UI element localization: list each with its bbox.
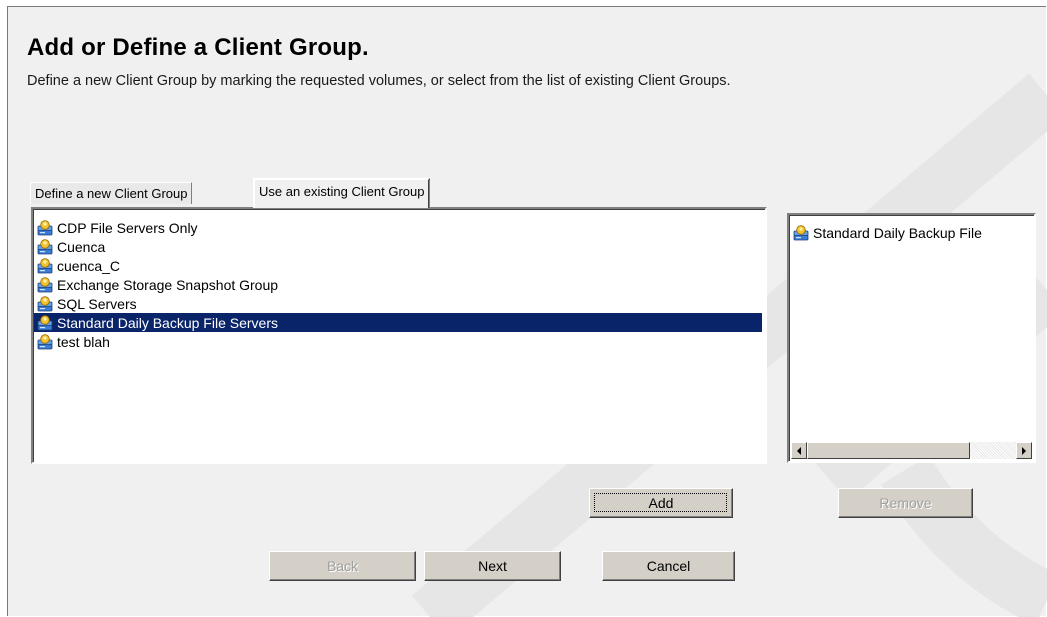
client-group-row[interactable]: cuenca_C <box>34 256 764 275</box>
selected-group-row[interactable]: Standard Daily Backup File <box>790 223 1033 242</box>
scrollbar-thumb[interactable] <box>807 442 970 459</box>
client-group-icon <box>37 314 53 330</box>
horizontal-scrollbar[interactable] <box>791 442 1032 459</box>
selected-group-list-items: Standard Daily Backup File <box>790 223 1033 242</box>
client-group-row[interactable]: test blah <box>34 332 764 351</box>
focus-rectangle <box>594 493 727 512</box>
next-button[interactable]: Next <box>424 551 561 581</box>
client-group-row[interactable]: Cuenca <box>34 237 764 256</box>
arrow-right-icon <box>1022 446 1026 455</box>
page-subtitle: Define a new Client Group by marking the… <box>27 73 731 89</box>
add-button[interactable]: Add <box>589 488 733 518</box>
cancel-button[interactable]: Cancel <box>602 551 735 581</box>
selected-client-groups-list[interactable]: Standard Daily Backup File <box>787 213 1036 463</box>
remove-button[interactable]: Remove <box>838 488 973 518</box>
client-group-row-label: Standard Daily Backup File Servers <box>57 314 278 331</box>
client-group-row-label: SQL Servers <box>57 295 137 312</box>
client-group-row[interactable]: Standard Daily Backup File Servers <box>34 313 762 332</box>
client-group-icon <box>37 333 53 349</box>
client-group-row[interactable]: SQL Servers <box>34 294 764 313</box>
client-group-row-label: CDP File Servers Only <box>57 219 198 236</box>
client-group-row[interactable]: Exchange Storage Snapshot Group <box>34 275 764 294</box>
client-group-row[interactable]: CDP File Servers Only <box>34 218 764 237</box>
client-group-row-label: Exchange Storage Snapshot Group <box>57 276 279 293</box>
client-group-row-label: Cuenca <box>57 238 106 255</box>
tab-use-existing-client-group[interactable]: Use an existing Client Group <box>253 178 431 208</box>
client-group-icon <box>37 295 53 311</box>
tab-define-new-client-group[interactable]: Define a new Client Group <box>30 182 193 204</box>
page-title: Add or Define a Client Group. <box>27 34 369 61</box>
scroll-left-button[interactable] <box>791 442 807 459</box>
client-group-icon <box>37 219 53 235</box>
client-group-list-items: CDP File Servers Only Cuenca cuenca_C Excha… <box>34 218 764 351</box>
selected-group-row-label: Standard Daily Backup File <box>813 224 982 241</box>
client-group-icon <box>37 276 53 292</box>
existing-client-groups-list[interactable]: CDP File Servers Only Cuenca cuenca_C Excha… <box>31 207 767 464</box>
client-group-icon <box>793 224 809 240</box>
client-group-row-label: test blah <box>57 333 110 350</box>
scroll-right-button[interactable] <box>1016 442 1032 459</box>
client-group-row-label: cuenca_C <box>57 257 121 274</box>
client-group-icon <box>37 238 53 254</box>
back-button[interactable]: Back <box>269 551 416 581</box>
client-group-icon <box>37 257 53 273</box>
arrow-left-icon <box>797 446 801 455</box>
